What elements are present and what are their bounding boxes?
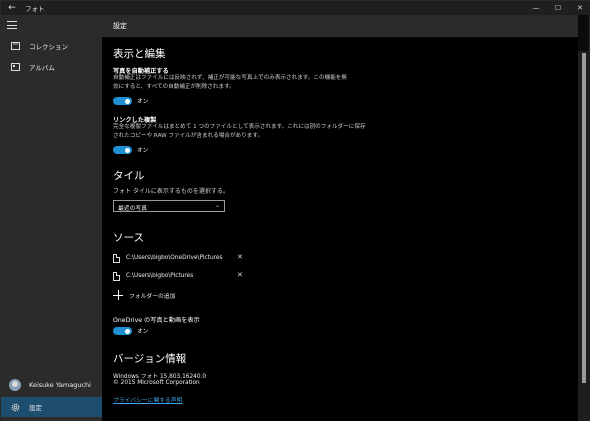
page-title: 設定 [113,22,127,30]
remove-folder-icon[interactable]: ✕ [237,253,243,261]
section-heading-about: バージョン情報 [113,353,187,365]
linked-duplicates-desc-line1: 完全な複製ファイルはまとめて 1 つのファイルとして表示されます。これには別のフ… [113,124,366,130]
hamburger-menu-icon[interactable] [7,21,19,31]
close-button[interactable]: ✕ [569,1,590,15]
sidebar-item-label: アルバム [29,64,55,72]
tile-prompt: フォト タイルに表示するものを選択する。 [113,188,229,195]
sidebar-item-collection[interactable]: コレクション [1,36,102,56]
auto-enhance-desc-line1: 自動補正はファイルには反映されず、補正が可能な写真上でのみ表示されます。この機能… [113,75,347,81]
tile-dropdown[interactable]: 最近の写真 ⌄ [113,200,225,212]
settings-panel: 設定 表示と編集 写真を自動補正する 自動補正はファイルには反映されず、補正が可… [102,15,590,421]
app-window: ← フォト — ☐ ✕ コレクション アルバム Keisuke Yamaguch… [0,0,590,421]
add-folder-button[interactable]: フォルダーの追加 [113,290,175,300]
plus-icon [113,290,123,300]
auto-enhance-toggle-label: オン [137,99,149,105]
user-account[interactable]: Keisuke Yamaguchi [1,375,102,395]
section-heading-display-edit: 表示と編集 [113,48,166,60]
onedrive-title: OneDrive の写真と動画を表示 [113,317,200,324]
copyright-text: © 2015 Microsoft Corporation [113,380,200,386]
folder-icon [113,253,120,263]
minimize-button[interactable]: — [525,1,547,15]
linked-duplicates-desc-line2: されたコピーや RAW ファイルが含まれる場合があります。 [113,133,263,139]
auto-enhance-desc-line2: 効にすると、すべての自動補正が削除されます。 [113,84,235,90]
chevron-down-icon: ⌄ [214,202,220,209]
page-header: 設定 [102,15,578,37]
window-title: フォト [25,5,45,13]
title-bar: ← フォト — ☐ ✕ [1,1,590,15]
sidebar-item-label: 設定 [29,404,42,412]
onedrive-toggle-label: オン [137,329,149,335]
linked-duplicates-toggle[interactable] [113,146,132,154]
avatar [9,379,21,391]
tile-dropdown-value: 最近の写真 [118,206,147,212]
source-folder-path: C:\Users\bigbo\Pictures [126,273,194,279]
section-heading-sources: ソース [113,232,144,244]
source-folder-row: C:\Users\bigbo\Pictures [113,271,193,281]
maximize-button[interactable]: ☐ [547,1,569,15]
sidebar-item-label: コレクション [29,43,68,51]
linked-duplicates-toggle-label: オン [137,148,149,154]
auto-enhance-toggle[interactable] [113,97,132,105]
sidebar: コレクション アルバム Keisuke Yamaguchi 設定 [1,15,102,421]
window-controls: — ☐ ✕ [525,1,590,15]
album-icon [1,63,29,71]
back-arrow-icon[interactable]: ← [1,1,23,15]
remove-folder-icon[interactable]: ✕ [237,271,243,279]
scrollbar[interactable] [578,51,590,421]
gear-icon [1,403,29,412]
add-folder-label: フォルダーの追加 [129,293,176,300]
folder-icon [113,271,120,281]
privacy-link[interactable]: プライバシーに関する声明 [113,395,182,404]
source-folder-path: C:\Users\bigbo\OneDrive\Pictures [126,255,223,261]
sidebar-item-settings[interactable]: 設定 [1,397,102,417]
section-heading-tile: タイル [113,170,145,182]
scrollbar-thumb[interactable] [582,53,586,383]
onedrive-toggle[interactable] [113,327,132,335]
sidebar-item-album[interactable]: アルバム [1,57,102,77]
version-text: Windows フォト 15.803.16240.0 [113,374,207,380]
collection-icon [1,42,29,50]
user-name: Keisuke Yamaguchi [29,381,91,389]
source-folder-row: C:\Users\bigbo\OneDrive\Pictures [113,253,222,263]
